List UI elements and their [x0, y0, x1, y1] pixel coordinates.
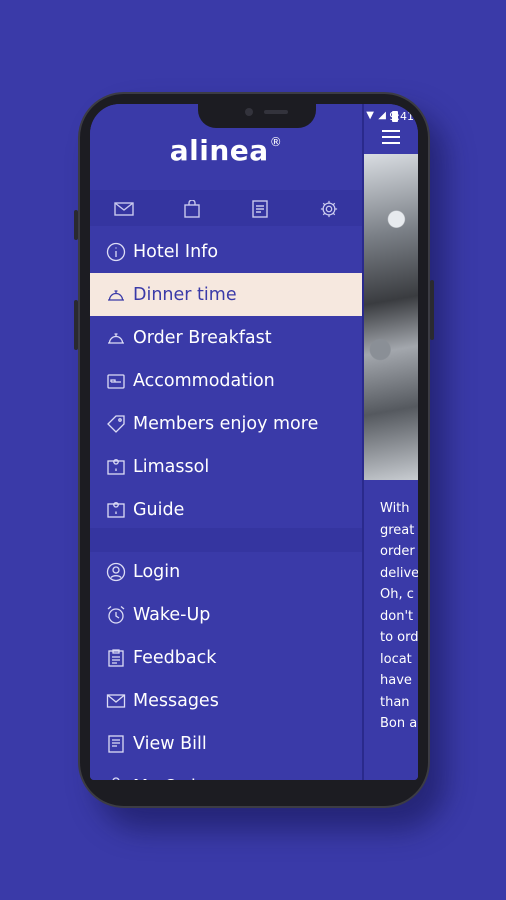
bag-icon	[106, 776, 126, 780]
article-text: With great order delive Oh, c don't to ord loca…	[380, 498, 418, 735]
menu-item-label: View Bill	[133, 733, 207, 754]
alarm-icon	[106, 605, 126, 625]
menu-item-label: Guide	[133, 499, 185, 520]
signal-icon: ◢	[378, 110, 386, 121]
phone-screen: With great order delive Oh, c don't to ord loca…	[90, 104, 418, 780]
article-line: to ord	[380, 630, 418, 645]
map-icon	[106, 500, 126, 520]
status-time: 9:41	[389, 110, 414, 123]
wifi-icon: ▼	[366, 110, 374, 121]
menu-item-accommodation[interactable]: Accommodation	[90, 359, 362, 402]
cloche-icon	[106, 328, 126, 348]
info-icon	[106, 242, 126, 262]
article-line: than	[380, 694, 410, 710]
menu-item-login[interactable]: Login	[90, 550, 362, 593]
account-menu: Login Wake-Up Feedback Messages View Bill My …	[90, 550, 362, 780]
article-line: order	[380, 544, 415, 559]
menu-item-label: Feedback	[133, 647, 217, 668]
bill-icon[interactable]	[250, 200, 270, 218]
navigation-drawer: alinea® Hotel Info Dinner time Order Break…	[90, 104, 362, 780]
app-logo: alinea®	[169, 134, 283, 167]
menu-item-label: Order Breakfast	[133, 327, 272, 348]
article-line: locat	[380, 651, 412, 667]
article-line: great	[380, 522, 415, 538]
article-line: delive	[380, 565, 418, 581]
menu-item-label: Members enjoy more	[133, 413, 319, 434]
article-line: Bon a	[380, 716, 418, 731]
mail-icon[interactable]	[114, 200, 134, 218]
phone-volume-button	[74, 210, 78, 240]
menu-item-label: Hotel Info	[133, 241, 219, 262]
phone-volume-button	[74, 300, 78, 350]
user-icon	[106, 562, 126, 582]
bill-icon	[106, 734, 126, 754]
gear-icon[interactable]	[319, 200, 339, 218]
cloche-icon	[106, 285, 126, 305]
drawer-toolbar	[90, 190, 362, 226]
article-line: With	[380, 501, 410, 516]
menu-item-label: Accommodation	[133, 370, 275, 391]
article-line: have	[380, 673, 412, 688]
clipboard-icon	[106, 648, 126, 668]
phone-power-button	[430, 280, 434, 340]
menu-item-label: Login	[133, 561, 181, 582]
menu-item-guide[interactable]: Guide	[90, 488, 362, 531]
menu-item-feedback[interactable]: Feedback	[90, 636, 362, 679]
menu-item-messages[interactable]: Messages	[90, 679, 362, 722]
menu-item-label: Dinner time	[133, 284, 237, 305]
menu-item-members-enjoy-more[interactable]: Members enjoy more	[90, 402, 362, 445]
menu-divider	[90, 528, 362, 552]
menu-item-view-bill[interactable]: View Bill	[90, 722, 362, 765]
menu-item-order-breakfast[interactable]: Order Breakfast	[90, 316, 362, 359]
menu-item-dinner-time[interactable]: Dinner time	[90, 273, 362, 316]
dinner-photo	[364, 154, 418, 480]
menu-item-hotel-info[interactable]: Hotel Info	[90, 230, 362, 273]
menu-item-label: My Orders	[133, 777, 223, 781]
menu-item-label: Messages	[133, 690, 219, 711]
bed-icon	[106, 371, 126, 391]
article-line: don't	[380, 608, 414, 624]
map-icon	[106, 457, 126, 477]
menu-item-label: Wake-Up	[133, 604, 211, 625]
main-menu: Hotel Info Dinner time Order Breakfast Acco…	[90, 230, 362, 531]
mail-icon	[106, 691, 126, 711]
article-line: Oh, c	[380, 587, 414, 602]
menu-item-wake-up[interactable]: Wake-Up	[90, 593, 362, 636]
menu-item-limassol[interactable]: Limassol	[90, 445, 362, 488]
menu-icon[interactable]	[382, 130, 400, 144]
status-bar: ▼ ◢ 9:41	[298, 110, 418, 124]
menu-item-my-orders[interactable]: My Orders	[90, 765, 362, 780]
menu-item-label: Limassol	[133, 456, 210, 477]
bag-icon[interactable]	[182, 199, 202, 218]
tag-icon	[106, 414, 126, 434]
